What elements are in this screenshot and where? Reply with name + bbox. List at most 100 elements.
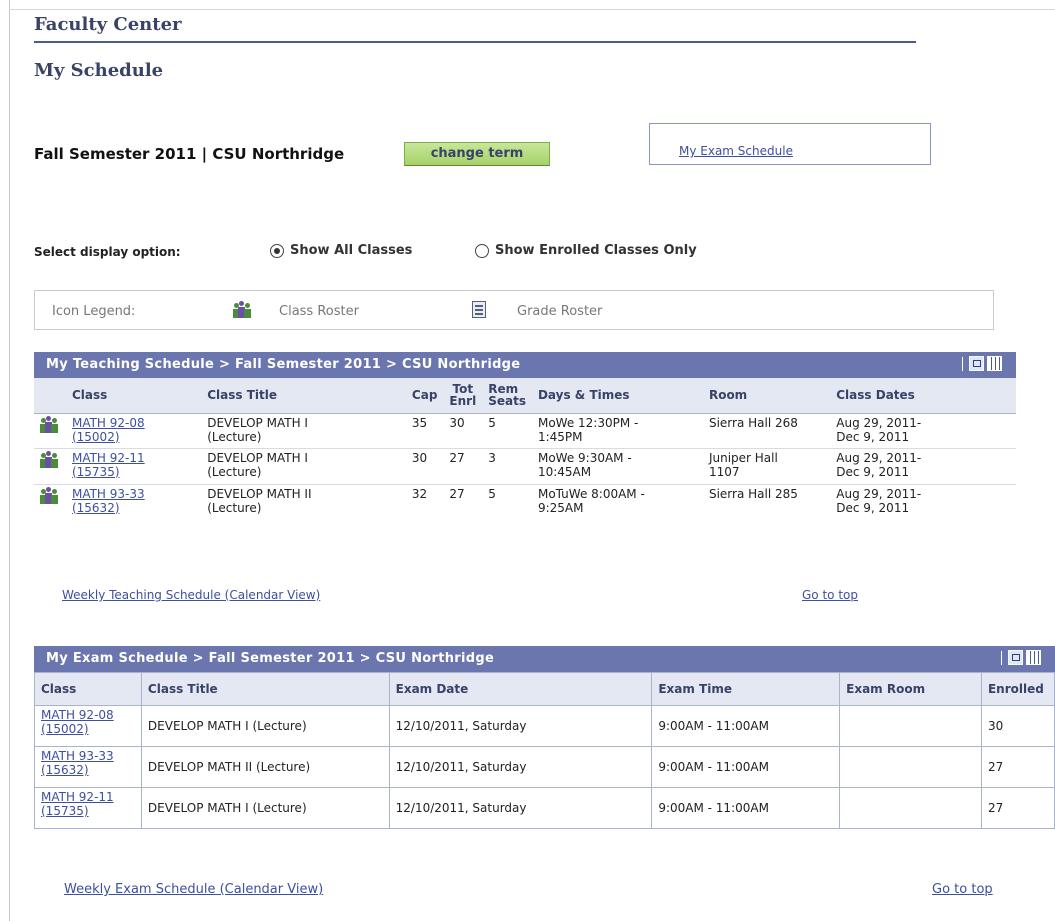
table-row: MATH 92-11 (15735) DEVELOP MATH I (Lectur… xyxy=(34,787,1055,829)
cap-cell: 35 xyxy=(405,412,444,448)
grade-roster-icon xyxy=(472,301,486,318)
title-divider xyxy=(34,41,916,43)
table-row: MATH 92-08 (15002) DEVELOP MATH I (Lectur… xyxy=(34,705,1055,747)
download-icon[interactable] xyxy=(987,356,1002,371)
icon-legend: Icon Legend: Class Roster Grade Roster xyxy=(34,290,994,330)
days-cell: MoTuWe 8:00AM -9:25AM xyxy=(531,483,703,520)
page-top-border xyxy=(9,9,1055,10)
page-left-border xyxy=(9,0,10,921)
class-title-cell: DEVELOP MATH I (Lecture) xyxy=(201,447,406,484)
radio-show-all[interactable]: Show All Classes xyxy=(270,243,412,258)
exam-time-cell: 9:00AM - 11:00AM xyxy=(651,705,841,747)
enrolled-cell: 27 xyxy=(980,746,1055,788)
go-to-top-link[interactable]: Go to top xyxy=(802,588,858,602)
col-cap: Cap xyxy=(405,378,444,414)
col-days-times: Days & Times xyxy=(531,378,703,414)
class-link[interactable]: MATH 92-08 (15002) xyxy=(65,412,202,448)
dates-cell: Aug 29, 2011- Dec 9, 2011 xyxy=(830,447,1016,484)
class-link[interactable]: MATH 93-33 (15632) xyxy=(34,746,142,788)
term-label: Fall Semester 2011 | CSU Northridge xyxy=(34,145,345,163)
exam-time-cell: 9:00AM - 11:00AM xyxy=(651,746,841,788)
days-cell: MoWe 9:30AM -10:45AM xyxy=(531,447,703,484)
col-exam-time: Exam Time xyxy=(651,672,841,706)
teaching-schedule-header: My Teaching Schedule > Fall Semester 201… xyxy=(34,352,1016,378)
exam-room-cell xyxy=(839,705,982,747)
col-class-dates: Class Dates xyxy=(830,378,1016,414)
radio-selected-icon[interactable] xyxy=(270,243,284,258)
class-roster-icon[interactable] xyxy=(40,486,58,505)
exam-room-cell xyxy=(839,787,982,829)
table-row: MATH 93-33 (15632) DEVELOP MATH II (Lectur… xyxy=(34,483,1016,520)
class-link[interactable]: MATH 92-11 (15735) xyxy=(34,787,142,829)
teaching-schedule-title: My Teaching Schedule > Fall Semester 201… xyxy=(46,357,521,372)
page-title: My Schedule xyxy=(34,60,164,81)
rem-cell: 3 xyxy=(482,447,532,484)
exam-schedule-table: Class Class Title Exam Date Exam Time Ex… xyxy=(34,672,1055,829)
dates-cell: Aug 29, 2011- Dec 9, 2011 xyxy=(830,412,1016,448)
cap-cell: 32 xyxy=(405,483,444,520)
col-class: Class xyxy=(34,672,142,706)
tot-cell: 30 xyxy=(443,412,483,448)
class-title-cell: DEVELOP MATH II (Lecture) xyxy=(140,746,390,788)
cap-cell: 30 xyxy=(405,447,444,484)
col-rem-seats: Rem Seats xyxy=(482,378,532,414)
class-link[interactable]: MATH 93-33 (15632) xyxy=(65,483,202,520)
room-cell: Sierra Hall 268 xyxy=(702,412,831,448)
grade-roster-legend-label: Grade Roster xyxy=(517,304,603,319)
class-title-cell: DEVELOP MATH I (Lecture) xyxy=(140,787,390,829)
col-tot-enrl: Tot Enrl xyxy=(443,378,483,414)
class-link[interactable]: MATH 92-08 (15002) xyxy=(34,705,142,747)
my-exam-schedule-link[interactable]: My Exam Schedule xyxy=(679,144,793,158)
class-title-cell: DEVELOP MATH I (Lecture) xyxy=(140,705,390,747)
zoom-icon[interactable] xyxy=(969,356,984,371)
col-enrolled: Enrolled xyxy=(980,672,1055,706)
weekly-teaching-calendar-link[interactable]: Weekly Teaching Schedule (Calendar View) xyxy=(62,588,320,602)
col-exam-date: Exam Date xyxy=(388,672,653,706)
display-option-label: Select display option: xyxy=(34,245,181,259)
exam-schedule-box: My Exam Schedule xyxy=(649,123,931,165)
radio-show-enrolled-label[interactable]: Show Enrolled Classes Only xyxy=(495,243,697,258)
grid-tools xyxy=(1001,650,1041,665)
exam-room-cell xyxy=(839,746,982,788)
col-class-title: Class Title xyxy=(201,378,406,414)
grid-tools xyxy=(962,356,1002,371)
exam-date-cell: 12/10/2011, Saturday xyxy=(388,746,653,788)
class-title-cell: DEVELOP MATH I (Lecture) xyxy=(201,412,406,448)
enrolled-cell: 30 xyxy=(980,705,1055,747)
teaching-header-row: Class Class Title Cap Tot Enrl Rem Seats D… xyxy=(34,378,1016,414)
radio-show-enrolled[interactable]: Show Enrolled Classes Only xyxy=(475,243,697,258)
exam-time-cell: 9:00AM - 11:00AM xyxy=(651,787,841,829)
radio-show-all-label[interactable]: Show All Classes xyxy=(290,243,412,258)
teaching-schedule-table: Class Class Title Cap Tot Enrl Rem Seats D… xyxy=(34,378,1016,520)
class-link[interactable]: MATH 92-11 (15735) xyxy=(65,447,202,484)
radio-unselected-icon[interactable] xyxy=(475,243,489,258)
change-term-button[interactable]: change term xyxy=(404,142,550,166)
table-row: MATH 92-11 (15735) DEVELOP MATH I (Lecture… xyxy=(34,447,1016,484)
download-icon[interactable] xyxy=(1026,650,1041,665)
people-icon xyxy=(233,301,251,319)
days-cell: MoWe 12:30PM -1:45PM xyxy=(531,412,703,448)
col-exam-room: Exam Room xyxy=(839,672,982,706)
table-row: MATH 92-08 (15002) DEVELOP MATH I (Lecture… xyxy=(34,412,1016,448)
col-class: Class xyxy=(65,378,202,414)
tot-cell: 27 xyxy=(443,483,483,520)
class-roster-icon[interactable] xyxy=(40,415,58,434)
tot-cell: 27 xyxy=(443,447,483,484)
exam-header-row: Class Class Title Exam Date Exam Time Ex… xyxy=(34,672,1055,706)
icon-legend-label: Icon Legend: xyxy=(52,304,136,319)
exam-date-cell: 12/10/2011, Saturday xyxy=(388,705,653,747)
class-title-cell: DEVELOP MATH II (Lecture) xyxy=(201,483,406,520)
exam-date-cell: 12/10/2011, Saturday xyxy=(388,787,653,829)
col-class-title: Class Title xyxy=(140,672,390,706)
table-row: MATH 93-33 (15632) DEVELOP MATH II (Lectu… xyxy=(34,746,1055,788)
class-roster-legend-label: Class Roster xyxy=(279,304,359,319)
rem-cell: 5 xyxy=(482,483,532,520)
class-roster-icon[interactable] xyxy=(40,450,58,469)
zoom-icon[interactable] xyxy=(1008,650,1023,665)
exam-schedule-header: My Exam Schedule > Fall Semester 2011 > … xyxy=(34,646,1055,672)
exam-schedule-title: My Exam Schedule > Fall Semester 2011 > … xyxy=(46,651,495,666)
col-room: Room xyxy=(702,378,831,414)
weekly-exam-calendar-link[interactable]: Weekly Exam Schedule (Calendar View) xyxy=(64,882,323,897)
dates-cell: Aug 29, 2011- Dec 9, 2011 xyxy=(830,483,1016,520)
go-to-top-link[interactable]: Go to top xyxy=(932,882,993,897)
